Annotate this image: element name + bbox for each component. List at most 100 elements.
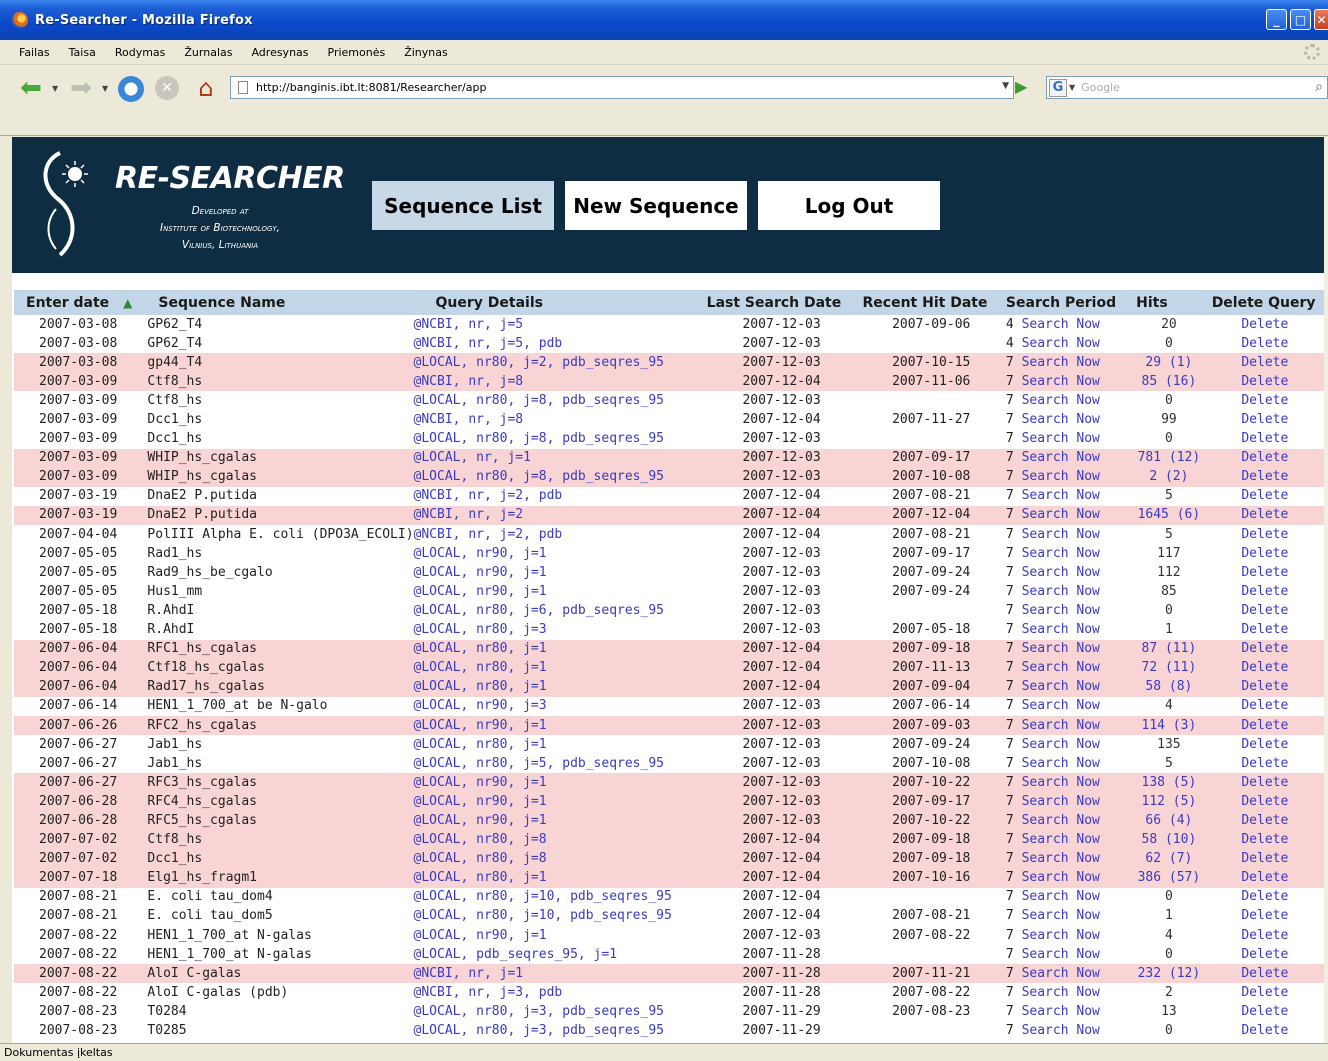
stop-icon[interactable]: ✕ xyxy=(155,76,179,100)
delete-link[interactable]: Delete xyxy=(1202,678,1328,697)
search-now-link[interactable]: Search Now xyxy=(1022,985,1100,1000)
cell-sequence-name[interactable]: RFC4_hs_cgalas xyxy=(136,792,413,811)
cell-hits[interactable]: 232 (12) xyxy=(1136,964,1202,983)
search-now-link[interactable]: Search Now xyxy=(1022,431,1100,446)
menu-edit[interactable]: Taisa xyxy=(69,46,96,59)
cell-hits[interactable]: 13 xyxy=(1136,1002,1202,1021)
cell-query-details[interactable]: @NCBI, nr, j=8 xyxy=(414,410,707,429)
delete-link[interactable]: Delete xyxy=(1202,601,1328,620)
cell-query-details[interactable]: @LOCAL, nr80, j=3, pdb_seqres_95 xyxy=(414,1002,707,1021)
cell-sequence-name[interactable]: R.AhdI xyxy=(136,621,413,640)
cell-sequence-name[interactable]: GP62_T4 xyxy=(136,334,413,353)
delete-link[interactable]: Delete xyxy=(1202,983,1328,1002)
go-arrow-icon[interactable]: ▶ xyxy=(1015,78,1031,96)
cell-sequence-name[interactable]: DnaE2 P.putida xyxy=(136,487,413,506)
cell-query-details[interactable]: @LOCAL, nr80, j=3 xyxy=(414,621,707,640)
cell-sequence-name[interactable]: R.AhdI xyxy=(136,601,413,620)
search-now-link[interactable]: Search Now xyxy=(1022,660,1100,675)
cell-query-details[interactable]: @LOCAL, nr90, j=3 xyxy=(414,697,707,716)
minimize-button[interactable]: _ xyxy=(1266,9,1287,30)
cell-hits[interactable]: 138 (5) xyxy=(1136,773,1202,792)
search-now-link[interactable]: Search Now xyxy=(1022,469,1100,484)
cell-hits[interactable]: 0 xyxy=(1136,601,1202,620)
delete-link[interactable]: Delete xyxy=(1202,468,1328,487)
cell-sequence-name[interactable]: Ctf8_hs xyxy=(136,372,413,391)
cell-query-details[interactable]: @NCBI, nr, j=5 xyxy=(414,315,707,334)
cell-query-details[interactable]: @LOCAL, nr90, j=1 xyxy=(414,926,707,945)
cell-sequence-name[interactable]: AloI C-galas (pdb) xyxy=(136,983,413,1002)
search-now-link[interactable]: Search Now xyxy=(1022,908,1100,923)
cell-query-details[interactable]: @LOCAL, nr90, j=1 xyxy=(414,544,707,563)
search-now-link[interactable]: Search Now xyxy=(1022,870,1100,885)
search-now-link[interactable]: Search Now xyxy=(1022,336,1100,351)
search-now-link[interactable]: Search Now xyxy=(1022,1004,1100,1019)
delete-link[interactable]: Delete xyxy=(1202,926,1328,945)
back-dropdown-icon[interactable]: ▼ xyxy=(52,84,58,93)
log-out-button[interactable]: Log Out xyxy=(758,181,940,230)
new-sequence-button[interactable]: New Sequence xyxy=(565,181,747,230)
cell-query-details[interactable]: @LOCAL, nr80, j=1 xyxy=(414,678,707,697)
cell-sequence-name[interactable]: Ctf8_hs xyxy=(136,391,413,410)
cell-hits[interactable]: 112 xyxy=(1136,563,1202,582)
cell-hits[interactable]: 0 xyxy=(1136,430,1202,449)
cell-sequence-name[interactable]: RFC3_hs_cgalas xyxy=(136,773,413,792)
cell-hits[interactable]: 5 xyxy=(1136,525,1202,544)
cell-query-details[interactable]: @LOCAL, nr80, j=5, pdb_seqres_95 xyxy=(414,754,707,773)
cell-query-details[interactable]: @LOCAL, nr90, j=1 xyxy=(414,563,707,582)
search-now-link[interactable]: Search Now xyxy=(1022,450,1100,465)
menu-bookmarks[interactable]: Adresynas xyxy=(251,46,308,59)
cell-hits[interactable]: 5 xyxy=(1136,487,1202,506)
cell-sequence-name[interactable]: HEN1_1_700_at be N-galo xyxy=(136,697,413,716)
delete-link[interactable]: Delete xyxy=(1202,430,1328,449)
home-icon[interactable]: ⌂ xyxy=(193,76,219,100)
header-hits[interactable]: Hits xyxy=(1136,290,1202,315)
search-now-link[interactable]: Search Now xyxy=(1022,584,1100,599)
search-now-link[interactable]: Search Now xyxy=(1022,527,1100,542)
cell-sequence-name[interactable]: Dcc1_hs xyxy=(136,410,413,429)
cell-sequence-name[interactable]: E. coli tau_dom4 xyxy=(136,888,413,907)
search-now-link[interactable]: Search Now xyxy=(1022,966,1100,981)
cell-sequence-name[interactable]: T0285 xyxy=(136,1021,413,1040)
delete-link[interactable]: Delete xyxy=(1202,716,1328,735)
delete-link[interactable]: Delete xyxy=(1202,563,1328,582)
cell-sequence-name[interactable]: AloI C-galas xyxy=(136,964,413,983)
cell-hits[interactable]: 4 xyxy=(1136,926,1202,945)
forward-arrow-icon[interactable]: ➡ xyxy=(66,75,96,101)
cell-hits[interactable]: 2 xyxy=(1136,983,1202,1002)
cell-query-details[interactable]: @NCBI, nr, j=3, pdb xyxy=(414,983,707,1002)
header-enter-date[interactable]: Enter date ▲ xyxy=(14,290,136,315)
search-now-link[interactable]: Search Now xyxy=(1022,756,1100,771)
cell-query-details[interactable]: @NCBI, nr, j=1 xyxy=(414,964,707,983)
cell-query-details[interactable]: @LOCAL, pdb_seqres_95, j=1 xyxy=(414,945,707,964)
delete-link[interactable]: Delete xyxy=(1202,811,1328,830)
cell-hits[interactable]: 66 (4) xyxy=(1136,811,1202,830)
delete-link[interactable]: Delete xyxy=(1202,907,1328,926)
cell-hits[interactable]: 5 xyxy=(1136,754,1202,773)
header-search-period[interactable]: Search Period xyxy=(1006,290,1136,315)
cell-sequence-name[interactable]: Dcc1_hs xyxy=(136,430,413,449)
cell-hits[interactable]: 114 (3) xyxy=(1136,716,1202,735)
delete-link[interactable]: Delete xyxy=(1202,544,1328,563)
cell-sequence-name[interactable]: T0284 xyxy=(136,1002,413,1021)
menu-tools[interactable]: Priemonės xyxy=(328,46,386,59)
search-now-link[interactable]: Search Now xyxy=(1022,679,1100,694)
delete-link[interactable]: Delete xyxy=(1202,506,1328,525)
cell-sequence-name[interactable]: RFC1_hs_cgalas xyxy=(136,640,413,659)
header-last-search-date[interactable]: Last Search Date xyxy=(707,290,857,315)
search-now-link[interactable]: Search Now xyxy=(1022,851,1100,866)
search-now-link[interactable]: Search Now xyxy=(1022,947,1100,962)
cell-hits[interactable]: 1 xyxy=(1136,907,1202,926)
cell-query-details[interactable]: @LOCAL, nr80, j=1 xyxy=(414,869,707,888)
close-button[interactable]: ✕ xyxy=(1314,9,1328,30)
menu-help[interactable]: Žinynas xyxy=(404,46,448,59)
cell-hits[interactable]: 0 xyxy=(1136,888,1202,907)
cell-sequence-name[interactable]: Elg1_hs_fragm1 xyxy=(136,869,413,888)
cell-sequence-name[interactable]: GP62_T4 xyxy=(136,315,413,334)
search-now-link[interactable]: Search Now xyxy=(1022,698,1100,713)
search-now-link[interactable]: Search Now xyxy=(1022,546,1100,561)
sequence-list-button[interactable]: Sequence List xyxy=(372,181,554,230)
cell-hits[interactable]: 62 (7) xyxy=(1136,850,1202,869)
cell-sequence-name[interactable]: Ctf18_hs_cgalas xyxy=(136,659,413,678)
cell-query-details[interactable]: @LOCAL, nr90, j=1 xyxy=(414,716,707,735)
google-engine-icon[interactable]: G xyxy=(1049,78,1067,97)
